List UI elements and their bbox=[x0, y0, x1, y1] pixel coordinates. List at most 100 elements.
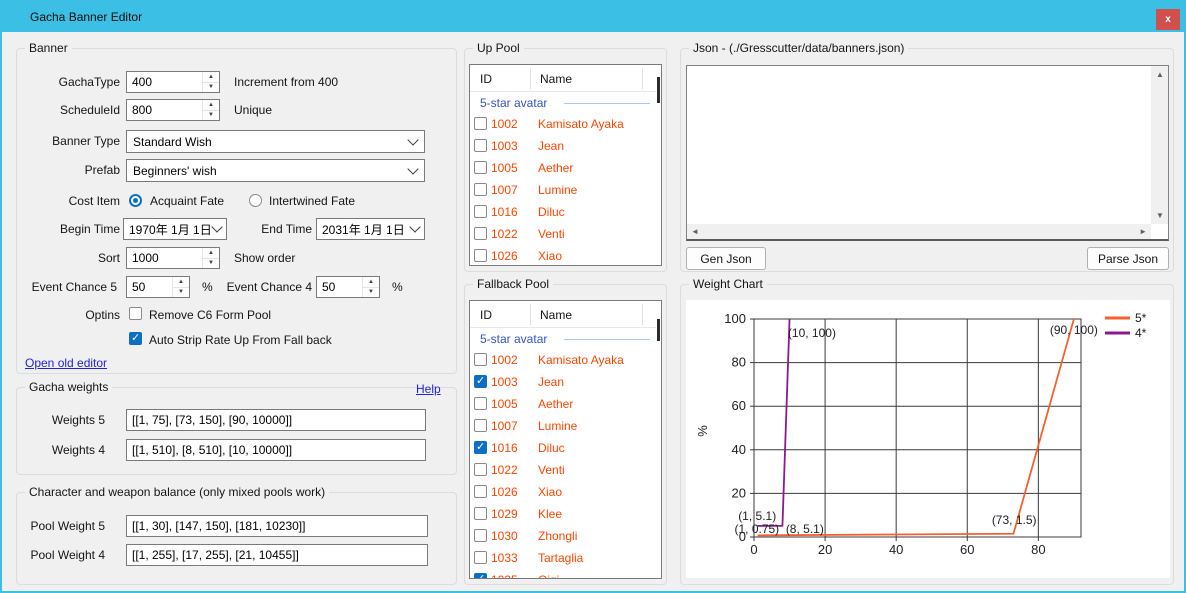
item-checkbox[interactable] bbox=[474, 375, 487, 388]
list-scrollbar-thumb[interactable] bbox=[657, 319, 660, 341]
item-checkbox[interactable] bbox=[474, 463, 487, 476]
scroll-right-icon[interactable]: ► bbox=[1139, 227, 1147, 236]
close-button[interactable]: x bbox=[1156, 9, 1180, 30]
weights-4-input[interactable]: [[1, 510], [8, 510], [10, 10000]] bbox=[126, 439, 426, 461]
gacha-weights-group: Gacha weights bbox=[16, 387, 457, 475]
item-checkbox[interactable] bbox=[474, 205, 487, 218]
item-checkbox[interactable] bbox=[474, 507, 487, 520]
item-name: Lumine bbox=[538, 415, 577, 437]
chevron-down-icon bbox=[407, 163, 418, 174]
list-item[interactable]: 1030Zhongli bbox=[470, 525, 661, 547]
spin-down-icon[interactable]: ▼ bbox=[203, 111, 219, 121]
list-item[interactable]: 1035Qiqi bbox=[470, 569, 661, 579]
json-horizontal-scrollbar[interactable]: ◄ ► bbox=[687, 224, 1151, 239]
json-vertical-scrollbar[interactable]: ▲ ▼ bbox=[1151, 66, 1168, 224]
item-name: Tartaglia bbox=[538, 547, 583, 569]
remove-c6-checkbox[interactable] bbox=[129, 307, 142, 320]
spin-down-icon[interactable]: ▼ bbox=[363, 288, 379, 298]
list-item[interactable]: 1002Kamisato Ayaka bbox=[470, 349, 661, 371]
sort-input[interactable]: 1000 ▲▼ bbox=[126, 247, 220, 269]
up-pool-list[interactable]: IDName5-star avatar1002Kamisato Ayaka100… bbox=[469, 64, 662, 266]
column-separator bbox=[642, 304, 643, 325]
remove-c6-label: Remove C6 Form Pool bbox=[149, 308, 271, 322]
parse-json-button[interactable]: Parse Json bbox=[1087, 247, 1169, 270]
list-item[interactable]: 1007Lumine bbox=[470, 179, 661, 201]
list-item[interactable]: 1007Lumine bbox=[470, 415, 661, 437]
list-item[interactable]: 1026Xiao bbox=[470, 245, 661, 266]
list-item[interactable]: 1029Klee bbox=[470, 503, 661, 525]
column-header-name[interactable]: Name bbox=[540, 308, 572, 322]
acquaint-fate-radio[interactable] bbox=[129, 194, 142, 207]
titlebar[interactable]: Gacha Banner Editor x bbox=[2, 2, 1184, 32]
list-scrollbar-thumb[interactable] bbox=[657, 77, 660, 103]
banner-type-select[interactable]: Standard Wish bbox=[126, 130, 425, 153]
column-header-id[interactable]: ID bbox=[480, 72, 492, 86]
item-checkbox[interactable] bbox=[474, 441, 487, 454]
intertwined-fate-radio[interactable] bbox=[249, 194, 262, 207]
item-checkbox[interactable] bbox=[474, 183, 487, 196]
event-chance-5-input[interactable]: 50 ▲▼ bbox=[126, 276, 190, 298]
gacha-weights-group-label: Gacha weights bbox=[25, 380, 112, 394]
scroll-down-icon[interactable]: ▼ bbox=[1156, 211, 1164, 220]
event-chance-4-unit: % bbox=[392, 280, 403, 294]
item-checkbox[interactable] bbox=[474, 485, 487, 498]
list-item[interactable]: 1005Aether bbox=[470, 393, 661, 415]
json-textarea[interactable]: ▲ ▼ ◄ ► bbox=[686, 65, 1169, 241]
fallback-pool-list[interactable]: IDName5-star avatar1002Kamisato Ayaka100… bbox=[469, 300, 662, 579]
item-checkbox[interactable] bbox=[474, 529, 487, 542]
item-checkbox[interactable] bbox=[474, 117, 487, 130]
up-pool-group-label: Up Pool bbox=[473, 41, 524, 55]
open-old-editor-link[interactable]: Open old editor bbox=[25, 356, 107, 370]
weights-5-input[interactable]: [[1, 75], [73, 150], [90, 10000]] bbox=[126, 409, 426, 431]
item-checkbox[interactable] bbox=[474, 419, 487, 432]
spin-down-icon[interactable]: ▼ bbox=[203, 259, 219, 269]
item-id: 1016 bbox=[491, 437, 518, 459]
item-name: Zhongli bbox=[538, 525, 577, 547]
column-header-name[interactable]: Name bbox=[540, 72, 572, 86]
item-id: 1007 bbox=[491, 179, 518, 201]
item-checkbox[interactable] bbox=[474, 227, 487, 240]
list-item[interactable]: 1022Venti bbox=[470, 223, 661, 245]
point-annotation: (90, 100) bbox=[1050, 323, 1098, 337]
spin-down-icon[interactable]: ▼ bbox=[203, 83, 219, 93]
y-tick-label: 100 bbox=[724, 311, 746, 326]
scroll-left-icon[interactable]: ◄ bbox=[691, 227, 699, 236]
spin-up-icon[interactable]: ▲ bbox=[363, 277, 379, 288]
pool-weight-4-input[interactable]: [[1, 255], [17, 255], [21, 10455]] bbox=[126, 544, 428, 566]
gen-json-button[interactable]: Gen Json bbox=[686, 247, 766, 270]
spin-up-icon[interactable]: ▲ bbox=[203, 100, 219, 111]
item-checkbox[interactable] bbox=[474, 551, 487, 564]
list-item[interactable]: 1016Diluc bbox=[470, 437, 661, 459]
help-link[interactable]: Help bbox=[416, 382, 441, 396]
scheduleid-input[interactable]: 800 ▲▼ bbox=[126, 99, 220, 121]
column-header-id[interactable]: ID bbox=[480, 308, 492, 322]
prefab-select[interactable]: Beginners' wish bbox=[126, 159, 425, 182]
list-item[interactable]: 1016Diluc bbox=[470, 201, 661, 223]
json-textarea-content[interactable] bbox=[687, 66, 1151, 224]
auto-strip-checkbox[interactable] bbox=[129, 332, 142, 345]
list-item[interactable]: 1026Xiao bbox=[470, 481, 661, 503]
list-item[interactable]: 1022Venti bbox=[470, 459, 661, 481]
end-time-picker[interactable]: 2031年 1月 1日 bbox=[316, 218, 425, 240]
event-chance-4-input[interactable]: 50 ▲▼ bbox=[316, 276, 380, 298]
item-checkbox[interactable] bbox=[474, 161, 487, 174]
list-item[interactable]: 1002Kamisato Ayaka bbox=[470, 113, 661, 135]
spin-up-icon[interactable]: ▲ bbox=[173, 277, 189, 288]
item-checkbox[interactable] bbox=[474, 397, 487, 410]
list-item[interactable]: 1005Aether bbox=[470, 157, 661, 179]
gachatype-input[interactable]: 400 ▲▼ bbox=[126, 71, 220, 93]
scroll-up-icon[interactable]: ▲ bbox=[1156, 70, 1164, 79]
list-item[interactable]: 1003Jean bbox=[470, 135, 661, 157]
item-checkbox[interactable] bbox=[474, 139, 487, 152]
pool-weight-5-input[interactable]: [[1, 30], [147, 150], [181, 10230]] bbox=[126, 515, 428, 537]
spin-up-icon[interactable]: ▲ bbox=[203, 72, 219, 83]
x-tick-label: 20 bbox=[818, 542, 832, 557]
spin-up-icon[interactable]: ▲ bbox=[203, 248, 219, 259]
list-item[interactable]: 1003Jean bbox=[470, 371, 661, 393]
list-item[interactable]: 1033Tartaglia bbox=[470, 547, 661, 569]
item-checkbox[interactable] bbox=[474, 573, 487, 579]
begin-time-picker[interactable]: 1970年 1月 1日 bbox=[123, 218, 227, 240]
item-checkbox[interactable] bbox=[474, 353, 487, 366]
item-checkbox[interactable] bbox=[474, 249, 487, 262]
spin-down-icon[interactable]: ▼ bbox=[173, 288, 189, 298]
